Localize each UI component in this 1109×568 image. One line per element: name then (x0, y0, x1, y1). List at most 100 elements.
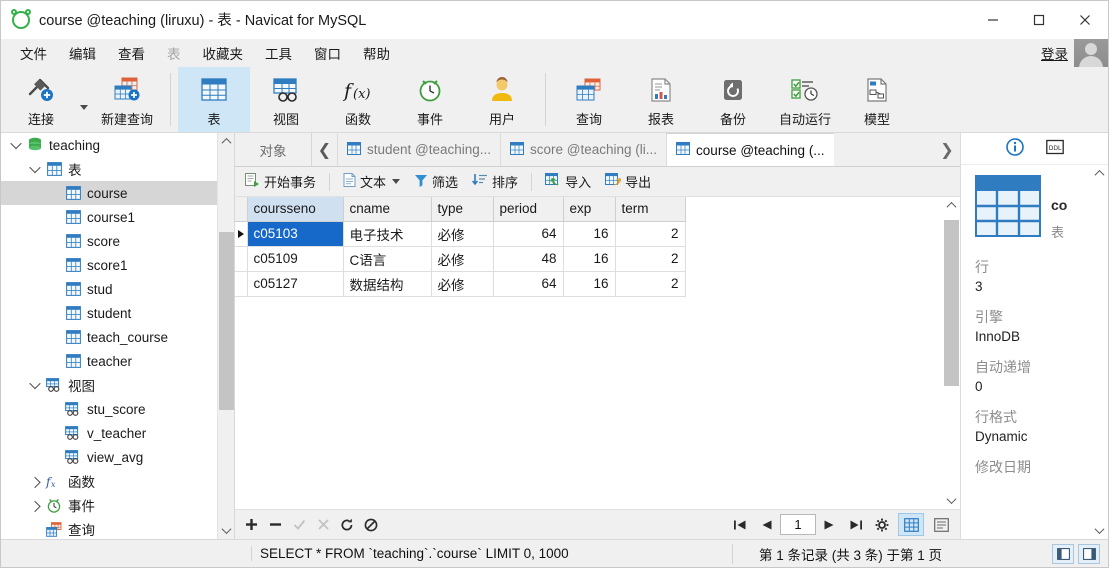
menu-item-favorites[interactable]: 收藏夹 (192, 39, 255, 67)
grid-view-icon[interactable] (898, 513, 924, 536)
menu-item-tools[interactable]: 工具 (254, 39, 303, 67)
tree-node--[interactable]: 查询 (1, 517, 234, 539)
grid-cell-coursseno[interactable]: c05109 (247, 246, 344, 272)
tree-node-student[interactable]: student (1, 301, 234, 325)
text-button[interactable]: 文本 (337, 169, 406, 194)
login-link[interactable]: 登录 (1041, 43, 1068, 63)
chevron-down-icon[interactable] (7, 137, 25, 150)
ddl-icon[interactable]: DDL (1045, 139, 1064, 158)
data-grid[interactable]: coursseno cname type period exp term c05103 电子技… (235, 197, 943, 509)
tree-node-teach_course[interactable]: teach_course (1, 325, 234, 349)
tree-scroll-track[interactable] (218, 150, 235, 522)
tree-node-stu_score[interactable]: stu_score (1, 397, 234, 421)
tree-node--[interactable]: 事件 (1, 493, 234, 517)
stop-icon[interactable] (361, 515, 381, 535)
row-indicator[interactable] (235, 246, 248, 272)
chevron-right-icon[interactable] (26, 500, 44, 513)
grid-column-header-exp[interactable]: exp (563, 197, 616, 222)
tree-node-score1[interactable]: score1 (1, 253, 234, 277)
tree-node--[interactable]: 表 (1, 157, 234, 181)
tree-node-v_teacher[interactable]: v_teacher (1, 421, 234, 445)
tree-node-score[interactable]: score (1, 229, 234, 253)
grid-cell-cname[interactable]: 数据结构 (343, 271, 432, 297)
scroll-down-icon[interactable] (943, 492, 960, 509)
info-circle-icon[interactable] (1005, 138, 1024, 159)
row-indicator[interactable] (235, 221, 248, 247)
toolbar-button-view[interactable]: 视图 (250, 67, 322, 132)
grid-cell-term[interactable]: 2 (615, 271, 686, 297)
table-row[interactable]: c05103 电子技术 必修 64 16 2 (235, 221, 686, 247)
toggle-right-panel-icon[interactable] (1078, 543, 1100, 564)
minimize-icon[interactable] (970, 1, 1016, 39)
export-button[interactable]: 导出 (599, 169, 657, 194)
sort-button[interactable]: 排序 (466, 169, 524, 194)
first-page-icon[interactable] (728, 514, 752, 536)
tab-score[interactable]: score @teaching (li... (500, 133, 667, 166)
toolbar-button-automation[interactable]: 自动运行 (769, 67, 841, 132)
menu-item-window[interactable]: 窗口 (303, 39, 352, 67)
tab-student[interactable]: student @teaching... (337, 133, 501, 166)
gear-icon[interactable] (870, 514, 894, 536)
grid-scroll-thumb[interactable] (944, 219, 959, 387)
grid-cell-period[interactable]: 64 (493, 271, 564, 297)
grid-cell-cname[interactable]: 电子技术 (343, 221, 432, 247)
toggle-left-panel-icon[interactable] (1052, 543, 1074, 564)
tree-node-view_avg[interactable]: view_avg (1, 445, 234, 469)
grid-table[interactable]: coursseno cname type period exp term c05103 电子技… (235, 197, 686, 297)
menu-item-help[interactable]: 帮助 (352, 39, 401, 67)
grid-cell-period[interactable]: 48 (493, 246, 564, 272)
last-page-icon[interactable] (844, 514, 868, 536)
maximize-icon[interactable] (1016, 1, 1062, 39)
toolbar-button-report[interactable]: 报表 (625, 67, 697, 132)
chevron-down-icon[interactable] (26, 377, 44, 390)
next-page-icon[interactable] (818, 514, 842, 536)
begin-transaction-button[interactable]: 开始事务 (239, 169, 322, 194)
chevron-right-icon[interactable] (26, 476, 44, 489)
tree-node-course[interactable]: course (1, 181, 234, 205)
row-indicator[interactable] (235, 271, 248, 297)
import-button[interactable]: 导入 (539, 169, 597, 194)
grid-cell-cname[interactable]: C语言 (343, 246, 432, 272)
toolbar-button-connection[interactable]: 连接 (5, 67, 77, 132)
tab-course[interactable]: course @teaching (... (666, 133, 834, 166)
grid-cell-type[interactable]: 必修 (431, 221, 494, 247)
table-row[interactable]: c05109 C语言 必修 48 16 2 (235, 246, 686, 272)
grid-cell-coursseno[interactable]: c05103 (247, 221, 344, 247)
grid-cell-exp[interactable]: 16 (563, 246, 616, 272)
menu-item-file[interactable]: 文件 (9, 39, 58, 67)
toolbar-button-new-query[interactable]: 新建查询 (91, 67, 163, 132)
grid-scrollbar[interactable] (943, 197, 960, 509)
scroll-down-icon[interactable] (1091, 522, 1108, 539)
toolbar-button-table[interactable]: 表 (178, 67, 250, 132)
connection-dropdown-caret[interactable] (77, 67, 91, 132)
toolbar-button-model[interactable]: 模型 (841, 67, 913, 132)
tree-node-teacher[interactable]: teacher (1, 349, 234, 373)
toolbar-button-event[interactable]: 事件 (394, 67, 466, 132)
tree-node--[interactable]: f x 函数 (1, 469, 234, 493)
grid-column-header-term[interactable]: term (615, 197, 686, 222)
info-panel-scrollbar[interactable] (1091, 165, 1108, 539)
grid-scroll-track[interactable] (943, 214, 960, 492)
scroll-up-icon[interactable] (1091, 165, 1108, 182)
scroll-up-icon[interactable] (218, 133, 235, 150)
scroll-down-icon[interactable] (218, 522, 235, 539)
tree-scroll-thumb[interactable] (218, 231, 234, 411)
grid-column-header-cname[interactable]: cname (343, 197, 432, 222)
table-row[interactable]: c05127 数据结构 必修 64 16 2 (235, 271, 686, 297)
delete-record-icon[interactable] (265, 515, 285, 535)
toolbar-button-query[interactable]: 查询 (553, 67, 625, 132)
refresh-icon[interactable] (337, 515, 357, 535)
grid-cell-exp[interactable]: 16 (563, 221, 616, 247)
add-record-icon[interactable] (241, 515, 261, 535)
filter-button[interactable]: 筛选 (408, 169, 464, 194)
toolbar-button-user[interactable]: 用户 (466, 67, 538, 132)
grid-cell-term[interactable]: 2 (615, 221, 686, 247)
tree-node-teaching[interactable]: teaching (1, 133, 234, 157)
prev-page-icon[interactable] (754, 514, 778, 536)
chevron-right-icon[interactable]: ❯ (934, 133, 960, 166)
grid-cell-term[interactable]: 2 (615, 246, 686, 272)
form-view-icon[interactable] (928, 513, 954, 536)
menu-item-edit[interactable]: 编辑 (58, 39, 107, 67)
chevron-down-icon[interactable] (26, 161, 44, 174)
page-number-input[interactable]: 1 (780, 514, 816, 535)
